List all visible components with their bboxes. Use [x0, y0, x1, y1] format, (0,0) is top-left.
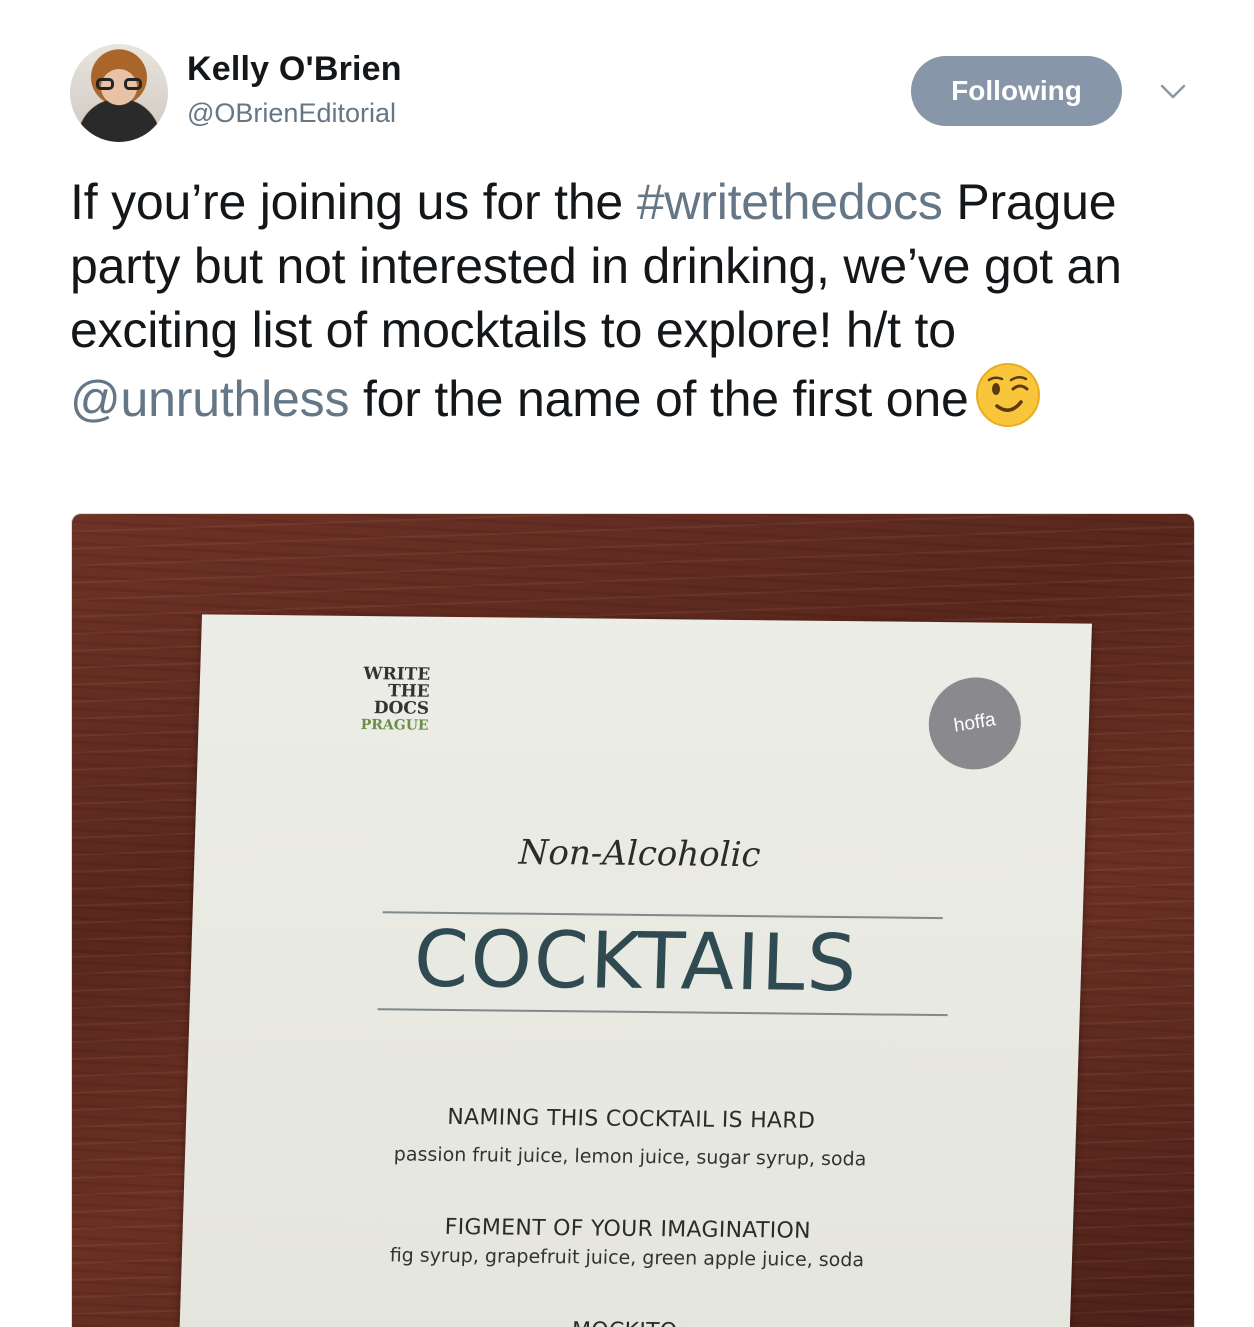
divider [377, 1008, 948, 1017]
tweet-text-part: If you’re joining us for the [70, 174, 637, 230]
author-name[interactable]: Kelly O'Brien [187, 50, 402, 89]
menu-heading: COCKTAILS [412, 914, 860, 1010]
menu-item-ingredients: passion fruit juice, lemon juice, sugar … [393, 1143, 867, 1171]
logo-line: PRAGUE [360, 717, 429, 734]
menu-card: WRITE THE DOCS PRAGUE hoffa Non-Alcoholi… [178, 614, 1092, 1327]
tweet-photo[interactable]: WRITE THE DOCS PRAGUE hoffa Non-Alcoholi… [71, 513, 1195, 1327]
winking-face-icon [975, 363, 1040, 427]
glasses-detail [96, 78, 142, 90]
tweet-text: If you’re joining us for the #writethedo… [70, 170, 1200, 431]
author-handle[interactable]: @OBrienEditorial [187, 98, 396, 129]
following-button[interactable]: Following [911, 56, 1122, 126]
menu-item-name: MOCKITO [179, 1314, 1070, 1327]
tweet-text-part: for the name of the first one [349, 371, 969, 427]
chevron-down-icon[interactable] [1158, 80, 1188, 104]
avatar[interactable] [70, 44, 168, 142]
menu-item-name: FIGMENT OF YOUR IMAGINATION [444, 1214, 812, 1244]
logo-line: DOCS [373, 698, 430, 719]
menu-item-ingredients: fig syrup, grapefruit juice, green apple… [389, 1244, 865, 1272]
menu-item-name: NAMING THIS COCKTAIL IS HARD [446, 1104, 816, 1134]
write-the-docs-logo: WRITE THE DOCS PRAGUE [338, 664, 430, 735]
mention-link[interactable]: @unruthless [70, 371, 349, 427]
sponsor-logo: hoffa [922, 670, 1027, 777]
menu-subtitle: Non-Alcoholic [518, 832, 762, 876]
hashtag-link[interactable]: #writethedocs [637, 174, 943, 230]
